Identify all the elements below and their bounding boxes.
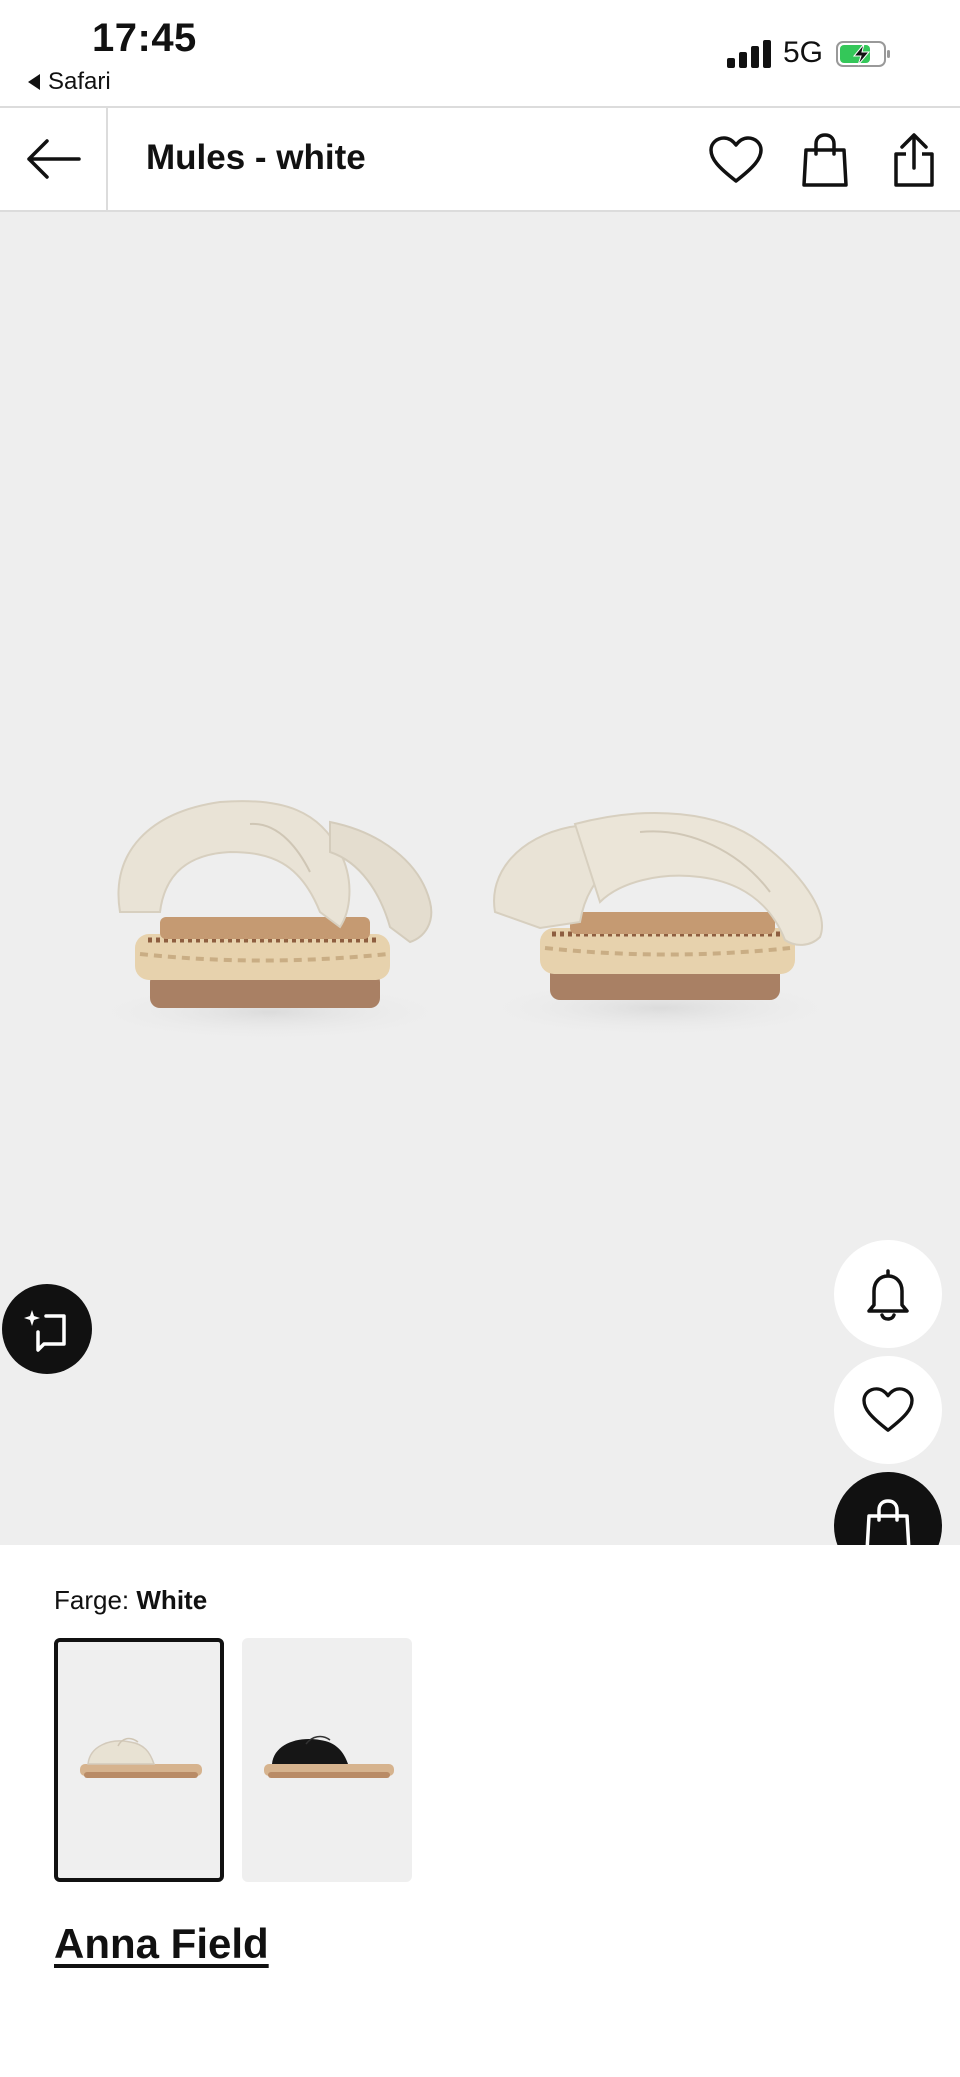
back-arrow-icon	[27, 139, 81, 179]
color-swatch-black[interactable]	[242, 1638, 412, 1882]
product-image-gallery[interactable]	[0, 212, 960, 1545]
color-swatch-white[interactable]	[54, 1638, 224, 1882]
back-to-safari[interactable]: Safari	[28, 68, 111, 96]
network-label: 5G	[783, 36, 824, 69]
color-label: Farge: White	[54, 1585, 207, 1616]
status-bar: 17:45 Safari 5G	[0, 0, 960, 106]
heart-icon	[862, 1387, 914, 1432]
color-label-value: White	[136, 1585, 208, 1615]
status-time: 17:45	[92, 16, 197, 60]
battery-charging-icon	[836, 41, 890, 67]
back-app-label: Safari	[48, 68, 111, 95]
product-photo	[80, 800, 850, 1042]
bell-icon	[867, 1269, 909, 1321]
back-button[interactable]	[0, 108, 108, 210]
shopping-bag-icon	[865, 1499, 911, 1545]
right-mule	[493, 812, 823, 1000]
swatch-image-white-mule	[80, 1737, 202, 1778]
cart-button[interactable]	[795, 130, 855, 190]
product-header: Mules - white	[0, 106, 960, 212]
left-mule	[117, 800, 433, 1008]
share-button[interactable]	[884, 130, 944, 190]
brand-link[interactable]: Anna Field	[54, 1920, 269, 1968]
floating-wishlist-button[interactable]	[834, 1356, 942, 1464]
ai-assist-icon	[24, 1310, 66, 1352]
notify-button[interactable]	[834, 1240, 942, 1348]
signal-icon	[727, 38, 773, 68]
product-details: Farge: White Anna Field	[0, 1545, 960, 2077]
wishlist-button[interactable]	[706, 130, 766, 190]
page-title: Mules - white	[146, 138, 366, 177]
share-icon	[894, 133, 934, 187]
heart-icon	[709, 136, 763, 183]
swatch-image-black-mule	[264, 1735, 394, 1778]
back-triangle-icon	[28, 74, 40, 90]
ai-assist-button[interactable]	[2, 1284, 92, 1374]
color-label-prefix: Farge:	[54, 1585, 130, 1615]
shopping-bag-icon	[802, 133, 848, 187]
